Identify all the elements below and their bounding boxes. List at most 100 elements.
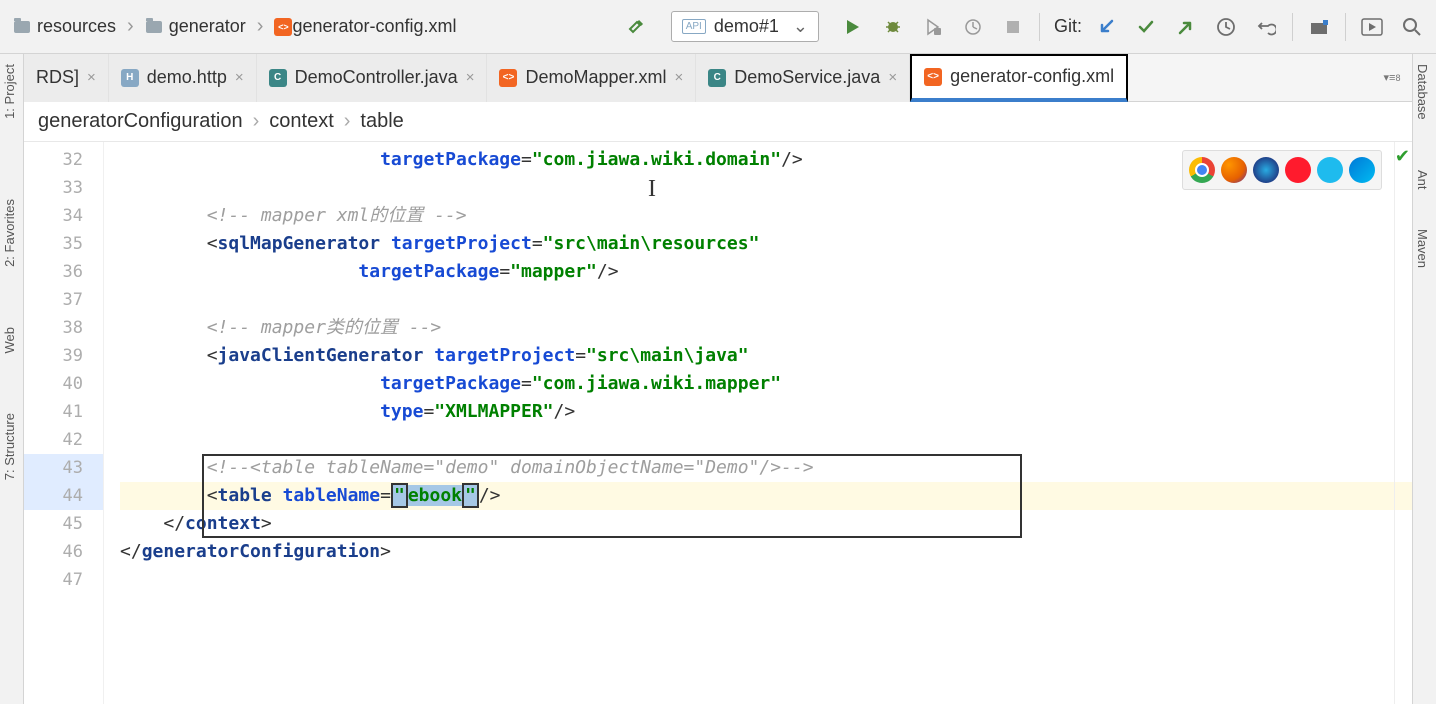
browser-preview-icons <box>1182 150 1382 190</box>
close-icon[interactable]: × <box>87 69 96 86</box>
breadcrumb-label: generator-config.xml <box>292 16 456 37</box>
close-icon[interactable]: × <box>888 69 897 86</box>
java-class-icon: C <box>708 69 726 87</box>
crumb-item[interactable]: table <box>360 110 403 133</box>
firefox-icon[interactable] <box>1221 157 1247 183</box>
code-line[interactable]: <!--<table tableName="demo" domainObject… <box>120 454 1412 482</box>
xml-file-icon: <> <box>274 18 292 36</box>
line-number: 41 <box>24 398 103 426</box>
editor-tab-demo-http[interactable]: H demo.http × <box>109 54 257 102</box>
tab-label: DemoController.java <box>295 67 458 88</box>
code-line[interactable]: <!-- mapper xml的位置 --> <box>120 202 1412 230</box>
code-line[interactable]: <table tableName="ebook"/> <box>120 482 1412 510</box>
profile-button[interactable] <box>958 12 988 42</box>
left-panel-project[interactable]: 1: Project <box>0 54 19 129</box>
folder-icon <box>145 18 163 36</box>
line-number: 45 <box>24 510 103 538</box>
line-number: 33 <box>24 174 103 202</box>
run-button[interactable] <box>838 12 868 42</box>
breadcrumb-label: resources <box>37 16 116 37</box>
git-label: Git: <box>1054 16 1082 37</box>
code-line[interactable]: <javaClientGenerator targetProject="src\… <box>120 342 1412 370</box>
opera-icon[interactable] <box>1285 157 1311 183</box>
run-config-name: demo#1 <box>714 16 779 37</box>
close-icon[interactable]: × <box>235 69 244 86</box>
code-content[interactable]: I targetPackage="com.jiawa.wiki.domain"/… <box>120 142 1412 704</box>
line-number: 43 <box>24 454 103 482</box>
close-icon[interactable]: × <box>466 69 475 86</box>
code-line[interactable]: </context> <box>120 510 1412 538</box>
code-breadcrumb: generatorConfiguration › context › table <box>24 102 1412 142</box>
left-panel-web[interactable]: Web <box>0 317 19 364</box>
code-line[interactable]: targetPackage="mapper"/> <box>120 258 1412 286</box>
breadcrumb-generator[interactable]: generator <box>136 11 255 42</box>
line-number: 35 <box>24 230 103 258</box>
editor-tab-rds[interactable]: RDS] × <box>24 54 109 102</box>
play-tutorial-button[interactable] <box>1357 12 1387 42</box>
chevron-right-icon: › <box>344 110 351 133</box>
line-number: 39 <box>24 342 103 370</box>
folder-icon <box>13 18 31 36</box>
code-line[interactable]: <sqlMapGenerator targetProject="src\main… <box>120 230 1412 258</box>
git-history-button[interactable] <box>1211 12 1241 42</box>
search-everywhere-button[interactable] <box>1397 12 1427 42</box>
left-panel-structure[interactable]: 7: Structure <box>0 403 19 490</box>
crumb-item[interactable]: context <box>269 110 333 133</box>
xml-file-icon: <> <box>499 69 517 87</box>
git-update-button[interactable] <box>1091 12 1121 42</box>
line-number: 36 <box>24 258 103 286</box>
safari-icon[interactable] <box>1253 157 1279 183</box>
line-number: 47 <box>24 566 103 594</box>
editor-tab-demo-controller[interactable]: C DemoController.java × <box>257 54 488 102</box>
left-panel-favorites[interactable]: 2: Favorites <box>0 189 19 277</box>
git-revert-button[interactable] <box>1251 12 1281 42</box>
git-push-button[interactable] <box>1171 12 1201 42</box>
coverage-button[interactable] <box>918 12 948 42</box>
line-number: 42 <box>24 426 103 454</box>
toolbox-button[interactable] <box>1304 12 1334 42</box>
close-icon[interactable]: × <box>675 69 684 86</box>
breadcrumb-resources[interactable]: resources <box>4 11 125 42</box>
code-line[interactable]: type="XMLMAPPER"/> <box>120 398 1412 426</box>
build-hammer-icon[interactable] <box>622 12 652 42</box>
breadcrumb-separator: › <box>125 15 136 38</box>
top-toolbar: resources › generator › <> generator-con… <box>0 0 1436 54</box>
tab-label: generator-config.xml <box>950 66 1114 87</box>
code-line[interactable] <box>120 566 1412 594</box>
debug-button[interactable] <box>878 12 908 42</box>
left-tool-window-bar: 1: Project 2: Favorites Web 7: Structure <box>0 54 24 704</box>
breadcrumb-file[interactable]: <> generator-config.xml <box>265 11 465 42</box>
tab-list-dropdown-icon[interactable]: ▾≡8 <box>1377 63 1407 93</box>
right-panel-ant[interactable]: Ant <box>1413 160 1432 200</box>
code-line[interactable] <box>120 286 1412 314</box>
editor-marker-strip[interactable]: ✔ <box>1394 142 1412 704</box>
editor-tab-row: RDS] × H demo.http × C DemoController.ja… <box>24 54 1412 102</box>
editor-tab-generator-config[interactable]: <> generator-config.xml <box>910 54 1128 102</box>
editor-tab-demo-service[interactable]: C DemoService.java × <box>696 54 910 102</box>
right-panel-database[interactable]: Database <box>1413 54 1432 130</box>
code-editor[interactable]: 32333435363738394041424344454647 I targe… <box>24 142 1412 704</box>
breadcrumb-label: generator <box>169 16 246 37</box>
run-config-selector[interactable]: API demo#1 ⌄ <box>671 11 819 42</box>
code-line[interactable] <box>120 426 1412 454</box>
line-number: 34 <box>24 202 103 230</box>
tab-label: DemoMapper.xml <box>525 67 666 88</box>
editor-area: RDS] × H demo.http × C DemoController.ja… <box>24 54 1412 704</box>
ie-icon[interactable] <box>1317 157 1343 183</box>
chrome-icon[interactable] <box>1189 157 1215 183</box>
stop-button[interactable] <box>998 12 1028 42</box>
tab-label: DemoService.java <box>734 67 880 88</box>
tab-label: RDS] <box>36 67 79 88</box>
editor-tab-demo-mapper[interactable]: <> DemoMapper.xml × <box>487 54 696 102</box>
edge-icon[interactable] <box>1349 157 1375 183</box>
crumb-item[interactable]: generatorConfiguration <box>38 110 243 133</box>
chevron-right-icon: › <box>253 110 260 133</box>
code-line[interactable]: </generatorConfiguration> <box>120 538 1412 566</box>
api-badge-icon: API <box>682 19 706 34</box>
git-commit-button[interactable] <box>1131 12 1161 42</box>
code-line[interactable]: <!-- mapper类的位置 --> <box>120 314 1412 342</box>
breadcrumb-separator: › <box>255 15 266 38</box>
right-panel-maven[interactable]: Maven <box>1413 219 1432 278</box>
code-line[interactable]: targetPackage="com.jiawa.wiki.mapper" <box>120 370 1412 398</box>
text-cursor-icon: I <box>648 176 656 203</box>
